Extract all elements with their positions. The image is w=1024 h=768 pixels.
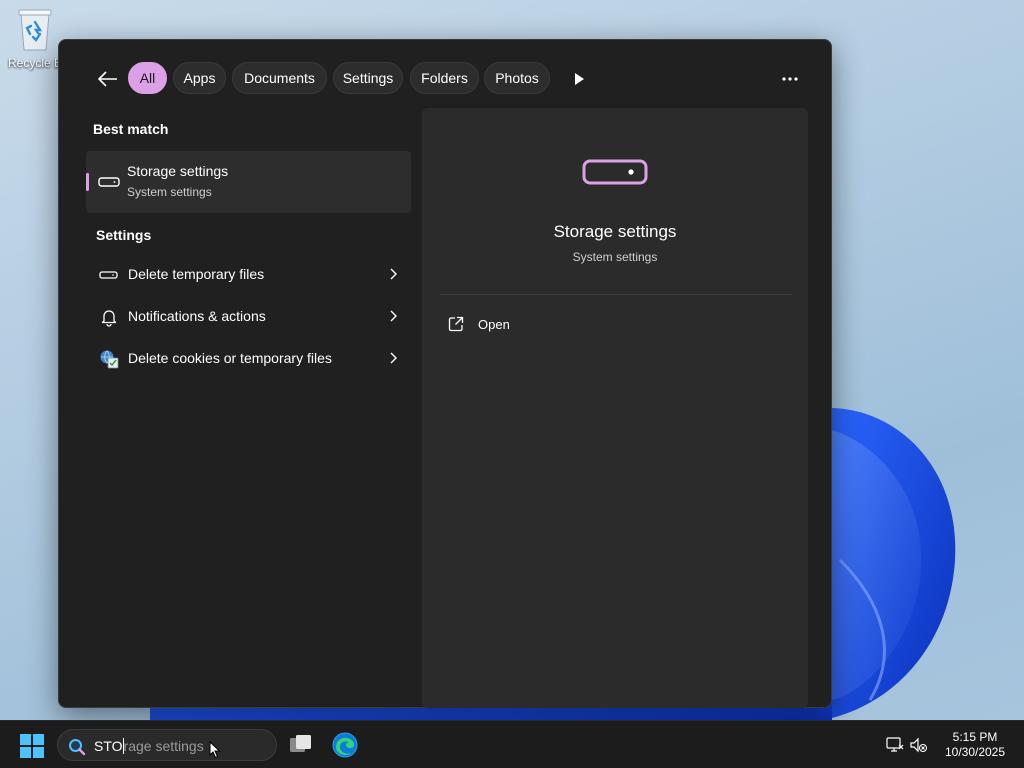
- best-match-result[interactable]: Storage settings System settings: [86, 151, 411, 213]
- system-clock[interactable]: 5:15 PM 10/30/2025: [940, 730, 1010, 760]
- filter-apps[interactable]: Apps: [173, 62, 226, 94]
- divider: [440, 294, 792, 295]
- filter-bar: All Apps Documents Settings Folders Phot…: [59, 62, 833, 96]
- bell-icon: [99, 307, 119, 327]
- network-icon[interactable]: [886, 737, 904, 753]
- chevron-right-icon: [387, 266, 399, 282]
- taskbar: STOrage settings 5:15 PM 10/30/2025: [0, 720, 1024, 768]
- more-horizontal-icon: [782, 77, 798, 81]
- taskbar-search-input[interactable]: STOrage settings: [57, 729, 277, 761]
- volume-muted-icon[interactable]: [910, 737, 928, 753]
- filter-settings[interactable]: Settings: [333, 62, 403, 94]
- mouse-pointer-icon: [209, 740, 221, 764]
- preview-pane: Storage settings System settings Open: [422, 108, 808, 708]
- filter-documents[interactable]: Documents: [232, 62, 327, 94]
- search-panel: All Apps Documents Settings Folders Phot…: [58, 39, 832, 708]
- filter-folders[interactable]: Folders: [410, 62, 479, 94]
- more-options-button[interactable]: [779, 68, 801, 88]
- play-icon: [575, 73, 584, 85]
- result-label: Notifications & actions: [128, 308, 266, 324]
- task-view-button[interactable]: [288, 732, 314, 758]
- open-label: Open: [478, 317, 510, 332]
- selection-indicator: [86, 173, 89, 191]
- chevron-right-icon: [387, 308, 399, 324]
- recycle-bin-shortcut[interactable]: Recycle Bin: [4, 6, 71, 70]
- edge-icon: [332, 732, 358, 758]
- storage-drive-icon: [99, 265, 119, 285]
- start-button[interactable]: [20, 734, 44, 758]
- best-match-title: Storage settings: [127, 163, 229, 179]
- result-label: Delete temporary files: [128, 266, 265, 282]
- preview-subtitle: System settings: [572, 250, 658, 264]
- open-action[interactable]: Open: [442, 308, 562, 340]
- filter-photos[interactable]: Photos: [484, 62, 550, 94]
- back-button[interactable]: [93, 64, 123, 94]
- search-autocomplete: rage settings: [123, 738, 204, 754]
- clock-date: 10/30/2025: [944, 745, 1006, 759]
- result-label: Delete cookies or temporary files: [128, 350, 332, 366]
- more-filters-button[interactable]: [569, 69, 589, 89]
- open-external-icon: [448, 316, 464, 337]
- settings-heading: Settings: [96, 227, 152, 243]
- preview-title: Storage settings: [553, 222, 677, 241]
- clock-time: 5:15 PM: [952, 730, 998, 744]
- best-match-heading: Best match: [93, 121, 169, 137]
- search-typed-text: STO: [94, 738, 123, 754]
- best-match-subtitle: System settings: [127, 185, 212, 199]
- result-delete-cookies[interactable]: Delete cookies or temporary files: [89, 338, 411, 378]
- storage-drive-icon: [582, 158, 648, 191]
- arrow-left-icon: [98, 71, 117, 87]
- result-notifications-actions[interactable]: Notifications & actions: [89, 296, 411, 336]
- task-view-icon: [290, 735, 311, 752]
- windows-logo-icon: [20, 734, 44, 758]
- chevron-right-icon: [387, 350, 399, 366]
- search-icon: [68, 738, 86, 761]
- result-delete-temporary-files[interactable]: Delete temporary files: [89, 254, 411, 294]
- recycle-bin-icon: [15, 6, 55, 52]
- search-text: STOrage settings: [94, 738, 204, 754]
- edge-browser-button[interactable]: [332, 732, 358, 758]
- filter-all[interactable]: All: [128, 62, 167, 94]
- storage-drive-icon: [98, 175, 120, 193]
- internet-options-icon: [99, 349, 119, 369]
